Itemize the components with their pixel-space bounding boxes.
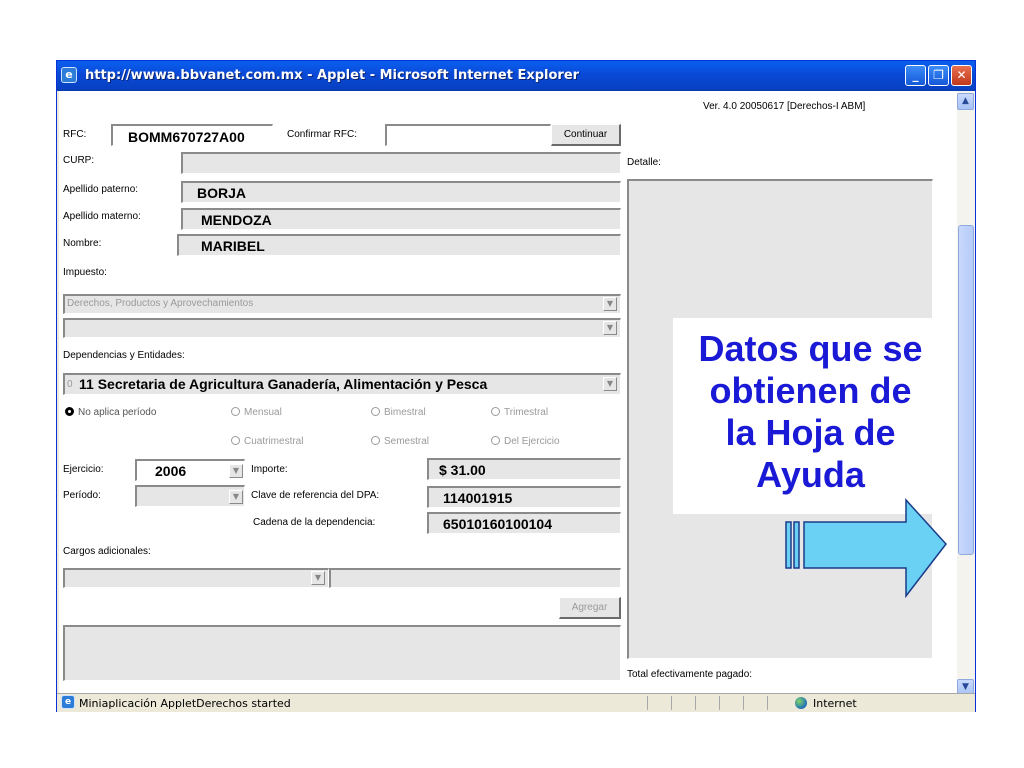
globe-icon bbox=[795, 697, 807, 709]
importe-label: Importe: bbox=[251, 464, 288, 475]
status-text: Miniaplicación AppletDerechos started bbox=[79, 697, 291, 710]
dropdown-arrow-icon[interactable]: ▼ bbox=[229, 490, 243, 504]
radio-semestral[interactable]: Semestral bbox=[371, 436, 429, 447]
version-label: Ver. 4.0 20050617 [Derechos-I ABM] bbox=[703, 101, 866, 112]
radio-icon bbox=[371, 436, 380, 445]
cargos-label: Cargos adicionales: bbox=[63, 546, 151, 557]
detalle-label: Detalle: bbox=[627, 157, 661, 168]
clave-dpa-label: Clave de referencia del DPA: bbox=[251, 490, 380, 501]
radio-icon bbox=[491, 436, 500, 445]
impuesto-select[interactable]: Derechos, Productos y Aprovechamientos ▼ bbox=[63, 294, 621, 314]
periodo-select[interactable]: ▼ bbox=[135, 485, 245, 507]
maximize-button[interactable]: ❐ bbox=[928, 65, 949, 86]
ie-status-icon: e bbox=[61, 695, 75, 709]
clave-dpa-field: 114001915 bbox=[427, 486, 621, 508]
annotation-line-1: Datos que se bbox=[698, 328, 923, 369]
dropdown-arrow-icon[interactable]: ▼ bbox=[229, 464, 243, 478]
apellido-paterno-field: BORJA bbox=[181, 181, 621, 203]
radio-no-aplica[interactable]: No aplica período bbox=[65, 407, 156, 418]
rfc-label: RFC: bbox=[63, 129, 87, 140]
annotation-line-4: Ayuda bbox=[756, 454, 865, 495]
status-bar: e Miniaplicación AppletDerechos started … bbox=[57, 693, 975, 712]
scroll-up-icon[interactable]: ▲ bbox=[957, 93, 974, 110]
rfc-input[interactable]: BOMM670727A00 bbox=[111, 124, 273, 146]
radio-trimestral[interactable]: Trimestral bbox=[491, 407, 548, 418]
radio-del-ejercicio[interactable]: Del Ejercicio bbox=[491, 436, 560, 447]
zone-text: Internet bbox=[813, 697, 857, 710]
radio-icon bbox=[231, 407, 240, 416]
scroll-thumb[interactable] bbox=[958, 225, 974, 555]
arrow-right-icon bbox=[785, 498, 947, 599]
cadena-label: Cadena de la dependencia: bbox=[253, 517, 376, 528]
dependencias-label: Dependencias y Entidades: bbox=[63, 350, 185, 361]
title-bar[interactable]: e http://wwwa.bbvanet.com.mx - Applet - … bbox=[57, 61, 975, 91]
cadena-field: 65010160100104 bbox=[427, 512, 621, 534]
radio-bimestral[interactable]: Bimestral bbox=[371, 407, 426, 418]
cargos-select[interactable]: ▼ bbox=[63, 568, 329, 588]
impuesto-label: Impuesto: bbox=[63, 267, 107, 278]
dependencias-prefix: 0 bbox=[67, 379, 73, 390]
dropdown-arrow-icon[interactable]: ▼ bbox=[603, 377, 617, 391]
impuesto-second-select[interactable]: ▼ bbox=[63, 318, 621, 338]
rfc-value: BOMM670727A00 bbox=[128, 129, 245, 145]
periodo-label: Período: bbox=[63, 490, 101, 501]
confirm-rfc-label: Confirmar RFC: bbox=[287, 129, 358, 140]
curp-label: CURP: bbox=[63, 155, 95, 166]
ejercicio-label: Ejercicio: bbox=[63, 464, 104, 475]
ie-icon: e bbox=[61, 67, 77, 83]
dropdown-arrow-icon[interactable]: ▼ bbox=[311, 571, 325, 585]
minimize-button[interactable]: _ bbox=[905, 65, 926, 86]
dropdown-arrow-icon[interactable]: ▼ bbox=[603, 321, 617, 335]
importe-field: $ 31.00 bbox=[427, 458, 621, 480]
radio-icon bbox=[491, 407, 500, 416]
apellido-materno-label: Apellido materno: bbox=[63, 211, 141, 222]
nombre-field: MARIBEL bbox=[177, 234, 621, 256]
agregar-button[interactable]: Agregar bbox=[559, 597, 621, 619]
annotation-box: Datos que se obtienen de la Hoja de Ayud… bbox=[673, 318, 948, 514]
cargos-list[interactable] bbox=[63, 625, 621, 681]
curp-field bbox=[181, 152, 621, 174]
confirm-rfc-input[interactable] bbox=[385, 124, 551, 146]
apellido-materno-field: MENDOZA bbox=[181, 208, 621, 230]
cargos-value-field[interactable] bbox=[329, 568, 621, 588]
annotation-line-3: la Hoja de bbox=[725, 412, 896, 453]
total-label: Total efectivamente pagado: bbox=[627, 669, 753, 680]
dropdown-arrow-icon[interactable]: ▼ bbox=[603, 297, 617, 311]
radio-icon bbox=[371, 407, 380, 416]
dependencias-select[interactable]: 0 11 Secretaria de Agricultura Ganadería… bbox=[63, 373, 621, 395]
continue-button[interactable]: Continuar bbox=[551, 124, 621, 146]
radio-cuatrimestral[interactable]: Cuatrimestral bbox=[231, 436, 303, 447]
window-title: http://wwwa.bbvanet.com.mx - Applet - Mi… bbox=[85, 68, 580, 83]
annotation-line-2: obtienen de bbox=[709, 370, 912, 411]
dependencias-selected: 11 Secretaria de Agricultura Ganadería, … bbox=[79, 376, 488, 392]
radio-icon bbox=[65, 407, 74, 416]
nombre-label: Nombre: bbox=[63, 238, 102, 249]
ejercicio-select[interactable]: 2006 ▼ bbox=[135, 459, 245, 481]
radio-mensual[interactable]: Mensual bbox=[231, 407, 282, 418]
close-button[interactable]: ✕ bbox=[951, 65, 972, 86]
vertical-scrollbar[interactable]: ▲ ▼ bbox=[957, 91, 975, 699]
apellido-paterno-label: Apellido paterno: bbox=[63, 184, 139, 195]
radio-icon bbox=[231, 436, 240, 445]
